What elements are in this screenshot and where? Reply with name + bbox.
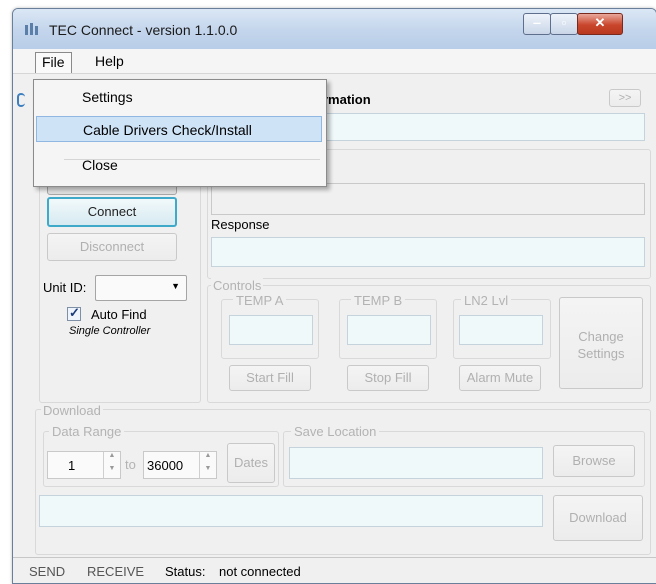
command-field[interactable] (211, 183, 645, 215)
stop-fill-button[interactable]: Stop Fill (347, 365, 429, 391)
range-to-label: to (125, 457, 136, 472)
temp-a-field (229, 315, 313, 345)
temp-b-field (347, 315, 431, 345)
save-location-field[interactable] (289, 447, 543, 479)
auto-find-checkbox[interactable]: ✓ (67, 305, 81, 321)
app-icon (25, 23, 38, 35)
spin-down-icon: ▼ (108, 465, 116, 472)
range-to-spin-buttons[interactable]: ▲ ▼ (199, 452, 216, 478)
spin-down-icon: ▼ (204, 465, 212, 472)
send-indicator: SEND (29, 564, 66, 579)
maximize-button[interactable]: ▫ (550, 13, 578, 35)
close-icon: ✕ (594, 15, 606, 30)
minimize-button[interactable]: ‒ (523, 13, 551, 35)
title-bar: TEC Connect - version 1.1.0.0 ‒ ▫ ✕ (13, 9, 656, 49)
app-window: TEC Connect - version 1.1.0.0 ‒ ▫ ✕ File… (12, 8, 656, 584)
temp-b-label: TEMP B (351, 293, 406, 308)
menu-bar: File Help (13, 49, 656, 74)
menu-item-close[interactable]: Close (36, 152, 322, 178)
disconnect-button[interactable]: Disconnect (47, 233, 177, 261)
menu-item-cable-drivers[interactable]: Cable Drivers Check/Install (36, 116, 322, 142)
ln2-field (459, 315, 543, 345)
range-from-spin-buttons[interactable]: ▲ ▼ (103, 452, 120, 478)
info-edge-icon (17, 93, 25, 107)
browse-button[interactable]: Browse (553, 445, 635, 477)
alarm-mute-button[interactable]: Alarm Mute (459, 365, 541, 391)
close-window-button[interactable]: ✕ (577, 13, 623, 35)
minimize-icon: ‒ (533, 15, 541, 30)
download-button[interactable]: Download (553, 495, 643, 541)
data-range-label: Data Range (49, 424, 125, 439)
temp-a-label: TEMP A (233, 293, 287, 308)
expand-button[interactable]: >> (609, 89, 641, 107)
maximize-icon: ▫ (561, 15, 567, 30)
menu-file[interactable]: File (35, 52, 72, 73)
ln2-label: LN2 Lvl (461, 293, 512, 308)
range-to-spinner[interactable]: 36000 ▲ ▼ (143, 451, 217, 479)
spin-up-icon: ▲ (204, 452, 212, 459)
spin-up-icon: ▲ (108, 452, 116, 459)
change-settings-button[interactable]: Change Settings (559, 297, 643, 389)
menu-help[interactable]: Help (89, 52, 130, 72)
start-fill-button[interactable]: Start Fill (229, 365, 311, 391)
chevron-down-icon: ▼ (171, 281, 180, 291)
file-menu-dropdown: Settings Cable Drivers Check/Install Clo… (33, 79, 327, 187)
download-label: Download (41, 403, 103, 418)
auto-find-label: Auto Find (91, 307, 147, 322)
status-label: Status: (165, 564, 206, 579)
status-value: not connected (219, 564, 301, 579)
controls-label: Controls (211, 278, 264, 293)
checkmark-icon: ✓ (69, 305, 80, 320)
unit-id-select[interactable]: ▼ (95, 275, 187, 301)
response-label: Response (211, 217, 270, 232)
single-controller-label: Single Controller (69, 325, 151, 337)
range-to-value: 36000 (147, 458, 184, 473)
download-progress-field (39, 495, 543, 527)
status-bar: SEND RECEIVE Status: not connected (13, 557, 656, 583)
menu-item-settings[interactable]: Settings (36, 84, 322, 110)
response-field (211, 237, 645, 267)
range-from-spinner[interactable]: 1 ▲ ▼ (47, 451, 121, 479)
window-title: TEC Connect - version 1.1.0.0 (49, 22, 238, 38)
save-location-label: Save Location (291, 424, 380, 439)
receive-indicator: RECEIVE (87, 564, 145, 579)
range-from-value: 1 (68, 458, 76, 473)
information-label: rmation (323, 92, 371, 107)
connect-button[interactable]: Connect (47, 197, 177, 227)
dates-button[interactable]: Dates (227, 443, 275, 483)
unit-id-label: Unit ID: (43, 280, 87, 295)
